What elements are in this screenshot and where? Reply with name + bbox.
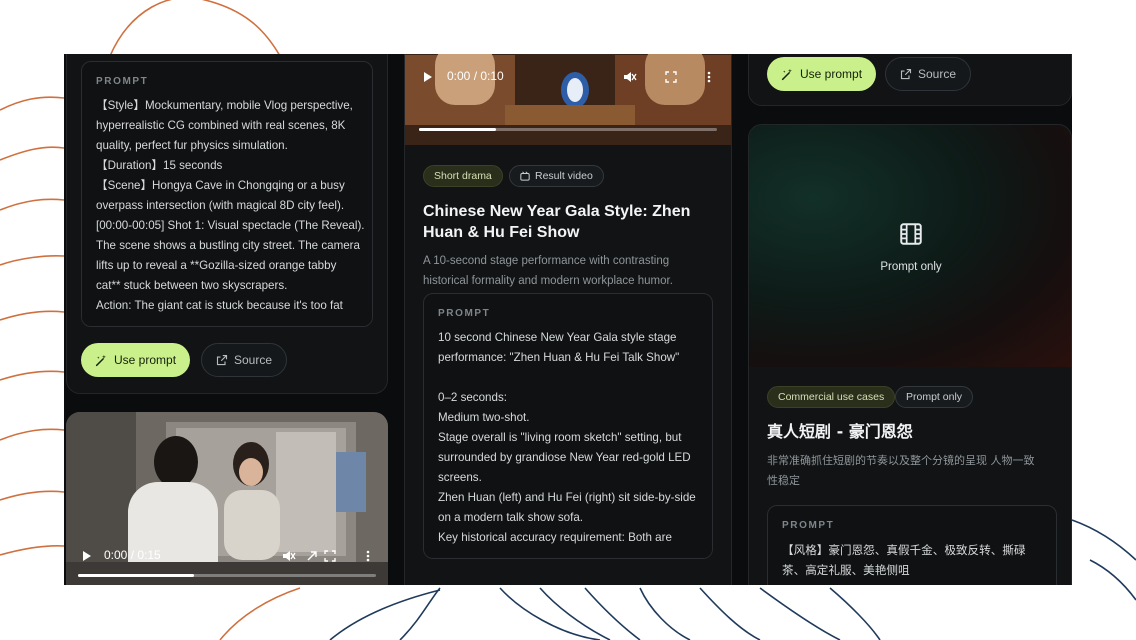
tag-commercial-use-cases[interactable]: Commercial use cases [767,386,896,408]
source-label: Source [234,353,273,367]
magic-wand-icon [781,68,793,80]
more-options-icon[interactable] [366,550,370,562]
prompt-box: PROMPT 【风格】豪门恩怨、真假千金、极致反转、撕碌 茶、高定礼服、美艳侧咀 [767,505,1057,585]
middle-card: 0:00 / 0:10 Short drama Result video Chi… [404,54,732,585]
external-link-icon [900,68,912,80]
mute-icon[interactable] [282,550,296,562]
play-icon[interactable] [82,550,92,562]
gallery-frame: PROMPT 【Style】Mockumentary, mobile Vlog … [64,54,1072,585]
card-description: 非常准确抓住短剧的节奏以及整个分镜的呈现 人物一致 性稳定 [767,454,1035,487]
fullscreen-icon[interactable] [324,550,336,562]
prompt-label: PROMPT [438,308,491,319]
placeholder-label: Prompt only [880,261,942,273]
middle-video-player[interactable]: 0:00 / 0:10 [405,54,731,145]
video-progress-fill [78,574,195,577]
source-label: Source [918,67,957,81]
right-card: Prompt only Commercial use cases Prompt … [748,124,1072,585]
tag-prompt-only[interactable]: Prompt only [895,386,974,408]
video-time: 0:00 / 0:15 [104,548,161,562]
external-link-icon [216,354,228,366]
card-title[interactable]: 真人短剧 - 豪门恩怨 [767,421,1067,442]
prompt-box: PROMPT 【Style】Mockumentary, mobile Vlog … [81,61,373,327]
prompt-text: 【Style】Mockumentary, mobile Vlog perspec… [96,99,365,312]
left-video-player[interactable]: 0:00 / 0:15 [66,412,388,585]
fullscreen-icon[interactable] [665,71,677,83]
film-icon [900,223,922,245]
source-button[interactable]: Source [885,57,972,91]
prompt-text: 10 second Chinese New Year Gala style st… [438,331,696,544]
video-time: 0:00 / 0:10 [447,69,504,83]
pip-icon[interactable] [306,550,318,562]
prompt-only-placeholder: Prompt only [749,125,1071,367]
video-controls: 0:00 / 0:15 [66,546,388,566]
source-button[interactable]: Source [201,343,288,377]
left-prompt-card: PROMPT 【Style】Mockumentary, mobile Vlog … [66,54,388,394]
use-prompt-button[interactable]: Use prompt [767,57,877,91]
card-title[interactable]: Chinese New Year Gala Style: Zhen Huan &… [423,201,723,243]
more-options-icon[interactable] [707,71,711,83]
video-progress-fill [419,128,497,131]
video-progress-bar[interactable] [419,128,717,131]
use-prompt-label: Use prompt [114,353,177,367]
video-progress-bar[interactable] [78,574,376,577]
video-icon [520,171,530,181]
use-prompt-button[interactable]: Use prompt [81,343,191,377]
use-prompt-label: Use prompt [800,67,863,81]
right-top-card: Use prompt Source [748,54,1072,106]
card-description: A 10-second stage performance with contr… [423,255,673,287]
tag-result-video[interactable]: Result video [509,165,604,187]
prompt-box: PROMPT 10 second Chinese New Year Gala s… [423,293,713,559]
prompt-text: 【风格】豪门恩怨、真假千金、极致反转、撕碌 茶、高定礼服、美艳侧咀 [782,543,1026,577]
magic-wand-icon [95,354,107,366]
play-icon[interactable] [423,71,433,83]
tag-short-drama[interactable]: Short drama [423,165,503,187]
video-thumbnail [405,54,731,145]
prompt-label: PROMPT [96,76,149,87]
prompt-label: PROMPT [782,520,835,531]
mute-icon[interactable] [623,71,637,83]
